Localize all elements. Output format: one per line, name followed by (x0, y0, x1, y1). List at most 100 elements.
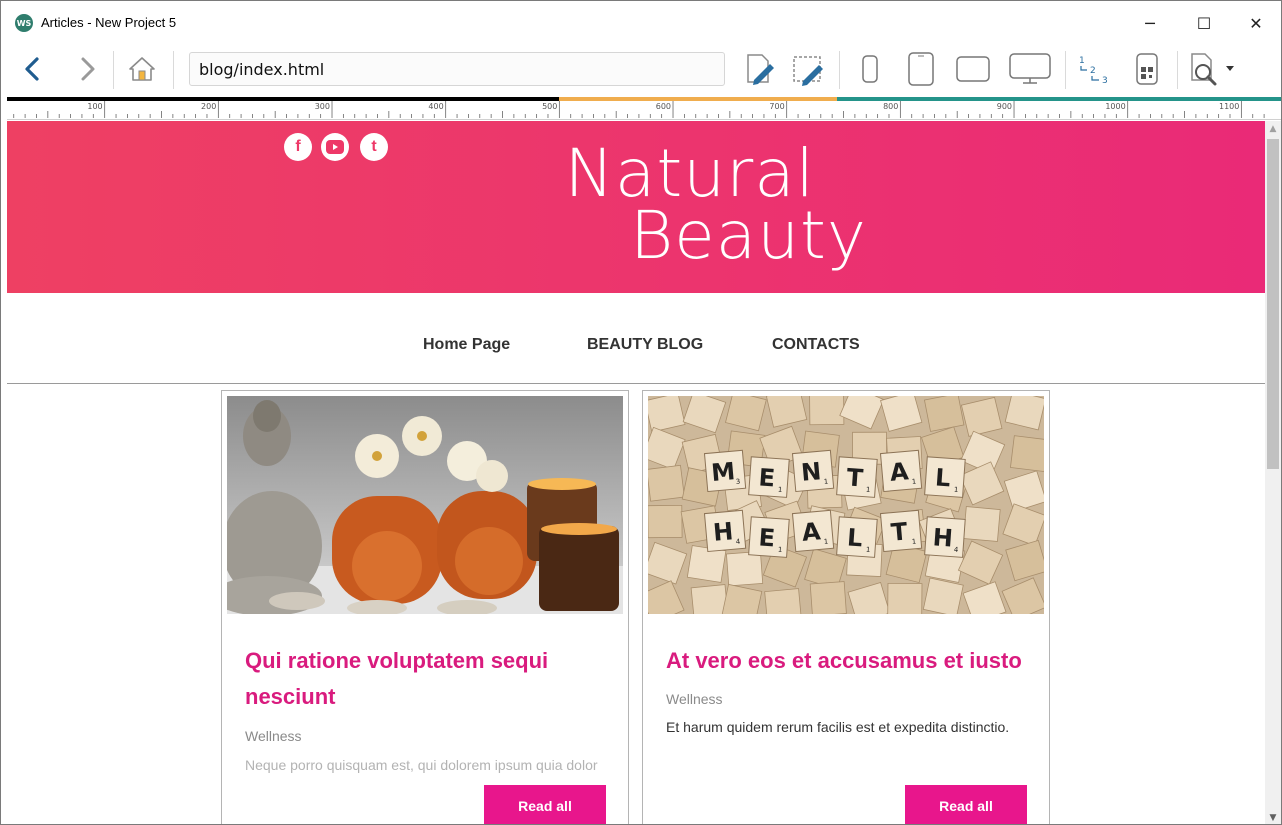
letter-tile: N1 (791, 449, 835, 493)
dropdown-caret-icon (1226, 66, 1234, 71)
spa-image[interactable] (227, 396, 623, 614)
url-input[interactable]: blog/index.html (189, 52, 725, 86)
app-window: WS Articles - New Project 5 ─ ☐ ✕ blog/i… (0, 0, 1282, 825)
preview-button[interactable] (1185, 51, 1223, 87)
article-excerpt: Neque porro quisquam est, qui dolorem ip… (245, 757, 598, 773)
svg-text:L: L (934, 463, 951, 492)
article-title[interactable]: At vero eos et accusamus et iusto (666, 643, 1036, 679)
scrabble-tile (648, 504, 683, 539)
svg-text:1: 1 (866, 486, 871, 494)
svg-text:3: 3 (1102, 76, 1108, 86)
minimize-button[interactable]: ─ (1127, 7, 1173, 39)
vertical-scrollbar[interactable]: ▲ ▼ (1265, 121, 1281, 824)
ruler-label: 900 (997, 102, 1012, 111)
scrabble-tile (923, 396, 965, 432)
tablet-portrait-icon (908, 52, 934, 86)
svg-text:3: 3 (736, 478, 741, 486)
ruler-label: 500 (542, 102, 557, 111)
letter-tile: A1 (791, 509, 835, 553)
svg-text:1: 1 (824, 478, 829, 486)
svg-text:T: T (890, 517, 909, 546)
scrabble-tile (887, 582, 923, 614)
preview-dropdown-button[interactable] (1223, 51, 1237, 87)
facebook-icon[interactable]: f (284, 133, 312, 161)
letter-tile: M3 (703, 449, 747, 493)
tablet-portrait-button[interactable] (901, 51, 941, 87)
svg-text:A: A (801, 517, 822, 547)
tablet-landscape-button[interactable] (951, 51, 995, 87)
scrabble-tile (1009, 435, 1044, 473)
letter-tile: T1 (879, 509, 923, 553)
forward-button[interactable] (71, 51, 105, 87)
home-icon (129, 57, 155, 81)
numbering-icon: 1 2 3 (1079, 56, 1108, 86)
letter-tile: H4 (703, 509, 747, 553)
scrabble-image[interactable]: M3E1N1T1A1L1H4E1A1L1T1H4 (648, 396, 1044, 614)
app-logo-icon: WS (15, 14, 33, 32)
toolbar: blog/index.html 1 2 3 (1, 45, 1281, 97)
toolbar-separator (113, 51, 114, 89)
svg-text:L: L (846, 523, 863, 552)
forward-icon (81, 57, 95, 81)
ruler-label: 600 (656, 102, 671, 111)
svg-text:2: 2 (1090, 66, 1096, 76)
svg-text:1: 1 (1079, 56, 1085, 66)
svg-text:A: A (889, 457, 910, 487)
scrabble-tile (963, 506, 1001, 542)
numbering-button[interactable]: 1 2 3 (1073, 51, 1113, 87)
nav-home-page[interactable]: Home Page (423, 336, 510, 354)
youtube-icon[interactable] (321, 133, 349, 161)
scroll-down-arrow-icon[interactable]: ▼ (1265, 810, 1281, 824)
ruler-label: 1100 (1219, 102, 1239, 111)
site-title: Natural Beauty (467, 141, 867, 274)
letter-tile: L1 (836, 516, 878, 558)
page-canvas[interactable]: f t Natural Beauty Home Page BEAUTY BLOG… (7, 121, 1265, 824)
desktop-icon (1009, 53, 1051, 84)
svg-text:1: 1 (824, 538, 829, 546)
site-title-line2: Beauty (629, 197, 867, 274)
scrabble-tile (809, 396, 845, 426)
svg-text:1: 1 (954, 486, 959, 494)
close-button[interactable]: ✕ (1233, 7, 1279, 39)
twitter-icon[interactable]: t (360, 133, 388, 161)
article-card: Qui ratione voluptatem sequi nesciunt We… (221, 390, 629, 824)
title-bar: WS Articles - New Project 5 ─ ☐ ✕ (1, 1, 1281, 45)
nav-beauty-blog[interactable]: BEAUTY BLOG (587, 336, 703, 354)
desktop-view-button[interactable] (1005, 51, 1055, 87)
ruler-label: 700 (769, 102, 784, 111)
svg-text:E: E (758, 523, 776, 552)
maximize-button[interactable]: ☐ (1181, 7, 1227, 39)
svg-text:H: H (712, 517, 734, 547)
svg-text:1: 1 (778, 486, 783, 494)
scrabble-tile (648, 464, 685, 502)
edit-selection-button[interactable] (789, 51, 829, 87)
svg-text:1: 1 (778, 546, 783, 554)
back-icon (25, 57, 39, 81)
svg-text:1: 1 (912, 478, 917, 486)
phone-view-button[interactable] (853, 51, 887, 87)
toolbar-separator (173, 51, 174, 89)
nav-contacts[interactable]: CONTACTS (772, 336, 860, 354)
back-button[interactable] (15, 51, 49, 87)
read-all-button[interactable]: Read all (484, 785, 606, 824)
toolbar-separator (839, 51, 840, 89)
scrabble-tile (764, 588, 802, 614)
home-button[interactable] (123, 51, 161, 87)
preview-search-icon (1191, 53, 1217, 86)
letter-tile: E1 (748, 456, 790, 498)
edit-page-button[interactable] (741, 51, 779, 87)
phone-portrait-icon (862, 55, 878, 83)
qr-preview-button[interactable] (1127, 51, 1167, 87)
article-category[interactable]: Wellness (666, 691, 723, 707)
ruler-label: 300 (315, 102, 330, 111)
read-all-button[interactable]: Read all (905, 785, 1027, 824)
scrollbar-thumb[interactable] (1267, 139, 1279, 469)
hero-banner: f t Natural Beauty (7, 121, 1265, 293)
scroll-up-arrow-icon[interactable]: ▲ (1265, 121, 1281, 137)
ruler-ticks: 100 200 300 400 500 600 700 800 900 1000 1100 (13, 101, 1265, 118)
article-category[interactable]: Wellness (245, 728, 302, 744)
article-title[interactable]: Qui ratione voluptatem sequi nesciunt (245, 643, 615, 715)
letter-tile: A1 (879, 449, 923, 493)
qr-preview-icon (1136, 53, 1158, 85)
scrabble-tile (686, 545, 727, 583)
